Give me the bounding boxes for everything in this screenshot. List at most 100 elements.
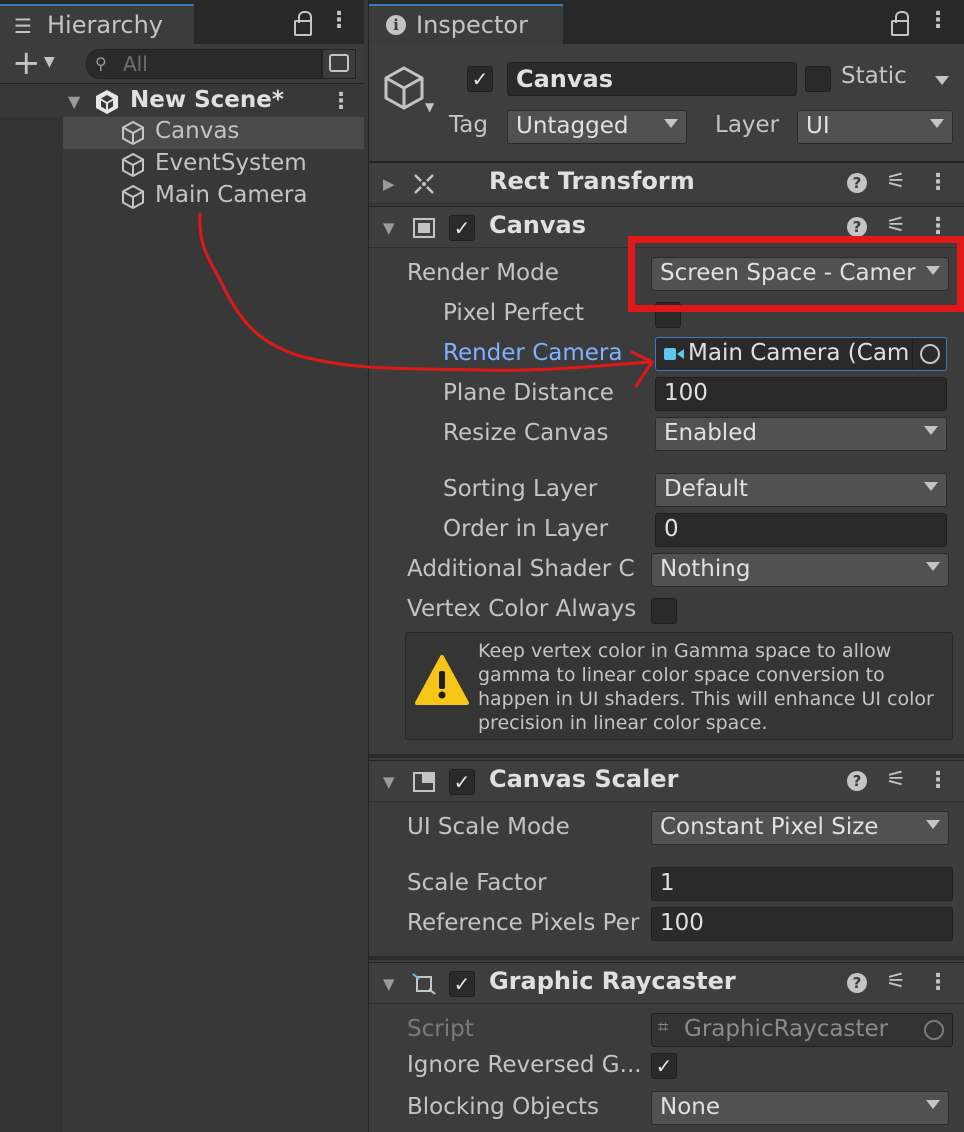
hierarchy-item-label: EventSystem bbox=[155, 150, 307, 176]
tab-hierarchy[interactable]: ☰ Hierarchy bbox=[0, 4, 194, 44]
graphic-raycaster-enabled-checkbox[interactable]: ✓ bbox=[449, 971, 475, 997]
create-plus-icon[interactable]: + bbox=[12, 44, 41, 82]
scene-kebab-icon[interactable]: ⋮ bbox=[330, 91, 352, 113]
warning-icon bbox=[415, 655, 469, 705]
foldout-down-icon[interactable]: ▼ bbox=[383, 219, 395, 237]
additional-shader-label: Additional Shader C bbox=[407, 556, 635, 582]
static-label: Static bbox=[841, 63, 907, 89]
object-picker-icon bbox=[924, 1020, 944, 1040]
plane-distance-field[interactable]: 100 bbox=[655, 377, 947, 411]
checkmark-icon: ✓ bbox=[453, 972, 471, 996]
list-icon: ☰ bbox=[14, 14, 32, 38]
foldout-down-icon[interactable]: ▼ bbox=[383, 773, 395, 791]
kebab-menu-icon[interactable]: ⋮ bbox=[927, 972, 949, 994]
canvas-enabled-checkbox[interactable]: ✓ bbox=[449, 215, 475, 241]
hierarchy-item-label: Canvas bbox=[155, 118, 240, 144]
static-dropdown[interactable] bbox=[929, 72, 951, 90]
cube-icon[interactable] bbox=[381, 64, 427, 110]
additional-shader-value: Nothing bbox=[660, 556, 751, 582]
inspector-tab-title: Inspector bbox=[416, 11, 528, 39]
hierarchy-toolbar: + ▼ ⚲ bbox=[0, 44, 364, 84]
scale-factor-field[interactable]: 1 bbox=[651, 867, 953, 901]
component-title: Canvas Scaler bbox=[489, 765, 679, 793]
kebab-menu-icon[interactable]: ⋮ bbox=[328, 10, 350, 32]
reference-pixels-field[interactable]: 100 bbox=[651, 907, 953, 941]
lock-icon[interactable] bbox=[294, 11, 312, 36]
kebab-menu-icon[interactable]: ⋮ bbox=[927, 770, 949, 792]
canvas-scaler-enabled-checkbox[interactable]: ✓ bbox=[449, 769, 475, 795]
preset-icon[interactable]: ⚟ bbox=[885, 769, 907, 792]
render-camera-field[interactable]: Main Camera (Cam bbox=[655, 337, 947, 371]
preset-icon[interactable]: ⚟ bbox=[885, 215, 907, 238]
preset-icon[interactable]: ⚟ bbox=[885, 171, 907, 194]
tag-dropdown[interactable]: Untagged bbox=[507, 110, 687, 144]
kebab-menu-icon[interactable]: ⋮ bbox=[927, 216, 949, 238]
hierarchy-item-main-camera[interactable]: Main Camera bbox=[63, 181, 364, 213]
lock-icon[interactable] bbox=[891, 11, 909, 36]
kebab-menu-icon[interactable]: ⋮ bbox=[927, 10, 949, 32]
info-icon: i bbox=[386, 15, 406, 35]
foldout-right-icon[interactable]: ▶ bbox=[383, 175, 395, 193]
open-in-scene-icon bbox=[329, 54, 349, 72]
chevron-down-icon[interactable]: ▼ bbox=[44, 54, 55, 70]
foldout-down-icon[interactable]: ▼ bbox=[68, 92, 80, 111]
chevron-down-icon[interactable]: ▼ bbox=[425, 100, 434, 114]
scene-search-button[interactable] bbox=[322, 49, 356, 79]
cube-icon bbox=[122, 152, 144, 178]
hierarchy-search-box: ⚲ bbox=[86, 49, 322, 79]
resize-canvas-value: Enabled bbox=[664, 420, 757, 446]
kebab-menu-icon[interactable]: ⋮ bbox=[927, 172, 949, 194]
hierarchy-item-eventsystem[interactable]: EventSystem bbox=[63, 149, 364, 181]
script-field: ⌗ GraphicRaycaster bbox=[651, 1013, 953, 1047]
checkmark-icon: ✓ bbox=[655, 1054, 673, 1078]
tag-value: Untagged bbox=[516, 113, 629, 139]
help-icon[interactable]: ? bbox=[847, 973, 867, 993]
chevron-down-icon bbox=[935, 76, 949, 85]
sorting-layer-value: Default bbox=[664, 476, 749, 502]
order-in-layer-field[interactable]: 0 bbox=[655, 513, 947, 547]
search-icon[interactable]: ⚲ bbox=[95, 54, 107, 73]
scale-factor-value: 1 bbox=[660, 870, 675, 896]
help-icon[interactable]: ? bbox=[847, 771, 867, 791]
render-mode-label: Render Mode bbox=[407, 260, 559, 286]
sorting-layer-label: Sorting Layer bbox=[443, 476, 598, 502]
render-camera-value: Main Camera (Cam bbox=[688, 340, 910, 366]
scene-row[interactable]: ▼ New Scene* ⋮ bbox=[0, 86, 364, 118]
order-in-layer-label: Order in Layer bbox=[443, 516, 609, 542]
chevron-down-icon bbox=[924, 426, 938, 435]
hierarchy-panel: ☰ Hierarchy ⋮ + ▼ ⚲ ▼ New Scene* ⋮ bbox=[0, 0, 364, 1132]
vertex-color-checkbox[interactable] bbox=[651, 598, 677, 624]
ignore-reversed-checkbox[interactable]: ✓ bbox=[651, 1053, 677, 1079]
additional-shader-dropdown[interactable]: Nothing bbox=[651, 553, 949, 587]
ignore-reversed-label: Ignore Reversed G... bbox=[407, 1052, 642, 1078]
help-icon[interactable]: ? bbox=[847, 217, 867, 237]
blocking-objects-label: Blocking Objects bbox=[407, 1094, 599, 1120]
hierarchy-tab-bar: ☰ Hierarchy ⋮ bbox=[0, 0, 364, 44]
hierarchy-item-canvas[interactable]: Canvas bbox=[63, 117, 364, 149]
layer-dropdown[interactable]: UI bbox=[797, 110, 953, 144]
foldout-down-icon[interactable]: ▼ bbox=[383, 975, 395, 993]
object-name-field[interactable] bbox=[507, 62, 797, 96]
rect-transform-header[interactable]: ▶ Rect Transform ? ⚟ ⋮ bbox=[369, 162, 964, 204]
tab-inspector[interactable]: i Inspector bbox=[369, 4, 563, 44]
chevron-down-icon bbox=[924, 482, 938, 491]
search-input[interactable] bbox=[123, 51, 313, 77]
static-checkbox[interactable] bbox=[805, 66, 831, 92]
object-picker-button[interactable] bbox=[912, 338, 946, 370]
scene-name: New Scene* bbox=[130, 87, 284, 113]
ui-scale-mode-dropdown[interactable]: Constant Pixel Size bbox=[651, 811, 949, 845]
preset-icon[interactable]: ⚟ bbox=[885, 971, 907, 994]
help-icon[interactable]: ? bbox=[847, 173, 867, 193]
resize-canvas-dropdown[interactable]: Enabled bbox=[655, 417, 947, 451]
cube-icon bbox=[122, 184, 144, 210]
active-checkbox[interactable]: ✓ bbox=[467, 66, 493, 92]
warning-help-box: Keep vertex color in Gamma space to allo… bbox=[405, 632, 953, 740]
warning-text: Keep vertex color in Gamma space to allo… bbox=[478, 640, 934, 734]
graphic-raycaster-header[interactable]: ▼ ✓ Graphic Raycaster ? ⚟ ⋮ bbox=[369, 962, 964, 1004]
sorting-layer-dropdown[interactable]: Default bbox=[655, 473, 947, 507]
hierarchy-gutter bbox=[0, 117, 63, 1132]
inspector-tab-bar: i Inspector ⋮ bbox=[369, 0, 964, 44]
scale-factor-label: Scale Factor bbox=[407, 870, 547, 896]
blocking-objects-dropdown[interactable]: None bbox=[651, 1091, 949, 1125]
canvas-scaler-header[interactable]: ▼ ✓ Canvas Scaler ? ⚟ ⋮ bbox=[369, 760, 964, 802]
